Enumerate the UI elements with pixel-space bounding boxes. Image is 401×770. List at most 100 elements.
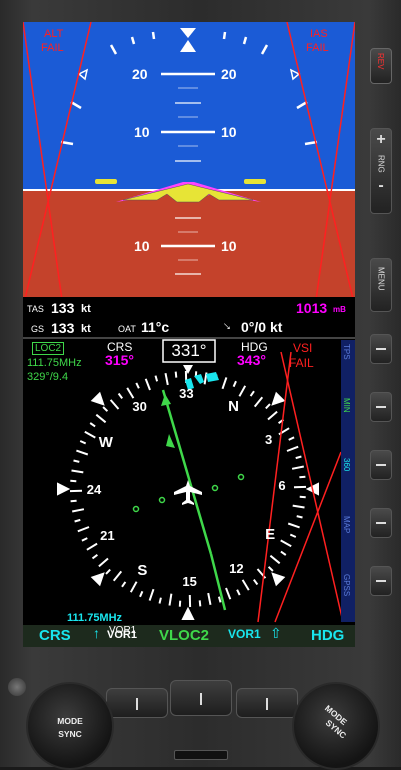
side-tab-360[interactable]: 360: [342, 458, 351, 471]
tas-value: 133: [51, 300, 74, 316]
left-knob-sync-label: SYNC: [28, 729, 112, 739]
rev-label: REV: [376, 53, 385, 69]
bottom-softkey-left[interactable]: [106, 688, 168, 718]
compass-label: N: [219, 398, 249, 415]
compass-tick: [266, 404, 270, 408]
heading-value: 331°: [165, 341, 213, 361]
left-mode-sync-knob[interactable]: MODE SYNC: [26, 682, 114, 770]
compass-tick: [288, 524, 299, 528]
side-softkey-min[interactable]: [370, 392, 392, 422]
bottom-softkey-right[interactable]: [236, 688, 298, 718]
compass-tick: [296, 457, 302, 459]
menu-button[interactable]: MENU: [370, 258, 392, 312]
compass-tick: [136, 383, 139, 388]
side-softkey-map[interactable]: [370, 508, 392, 538]
left-knob-mode-label: MODE: [28, 716, 112, 726]
vsi-fail-line2: FAIL: [289, 356, 314, 370]
compass-tick: [297, 516, 303, 517]
side-tab-min[interactable]: MIN: [342, 398, 351, 413]
compass-tick: [72, 509, 84, 511]
left-level-bar: [95, 179, 117, 184]
compass-tick: [170, 594, 172, 606]
rev-button[interactable]: REV: [370, 48, 392, 84]
compass-label: 30: [125, 399, 155, 414]
alt-fail-line1: ALT: [44, 28, 63, 40]
efis-display: ALT FAIL IAS FAIL 20 20 10 10 10 10 TAS …: [23, 22, 355, 647]
pitch-label-10-right: 10: [221, 124, 237, 140]
softkey-hdg[interactable]: HDG: [311, 627, 344, 644]
compass-tick: [292, 467, 304, 469]
ias-fail-line2: FAIL: [306, 42, 329, 54]
compass-tick: [90, 423, 95, 426]
compass-tick: [96, 415, 105, 423]
vsi-fail-line1: VSI: [293, 341, 312, 355]
compass-tick: [74, 461, 80, 462]
softkey-vloc2[interactable]: VLOC2: [159, 627, 209, 644]
compass-tick: [71, 501, 77, 502]
gs-value: 133: [51, 320, 74, 336]
softkey-vor1-arrow-icon: ↑: [93, 625, 100, 641]
right-level-bar: [244, 179, 266, 184]
side-tab-map[interactable]: MAP: [342, 516, 351, 533]
compass-label: 3: [254, 432, 284, 447]
hdg-value: 343°: [237, 352, 266, 368]
compass-tick: [131, 582, 137, 593]
compass-label: 24: [79, 482, 109, 497]
compass-label: 12: [221, 561, 251, 576]
side-softkey-360[interactable]: [370, 450, 392, 480]
compass-label: W: [91, 434, 121, 451]
compass-tick: [99, 559, 108, 567]
compass-label: 21: [92, 528, 122, 543]
compass-tick: [289, 437, 294, 440]
range-label: RNG: [377, 155, 386, 173]
tas-unit: kt: [81, 303, 91, 315]
compass-45-marker: [183, 609, 193, 619]
crs-value: 315°: [105, 352, 134, 368]
gs-label: GS: [31, 324, 44, 334]
compass-tick: [87, 544, 97, 550]
compass-tick: [208, 593, 210, 605]
side-tab-tps[interactable]: TPS: [342, 344, 351, 360]
softkey-crs[interactable]: CRS: [39, 627, 71, 644]
compass-45-marker: [273, 574, 284, 585]
compass-tick: [200, 600, 201, 606]
pitch-label-10-left: 10: [134, 124, 150, 140]
range-plus-label: +: [371, 131, 391, 149]
side-softkey-gpss[interactable]: [370, 566, 392, 596]
light-sensor: [8, 678, 26, 696]
gs-unit: kt: [81, 323, 91, 335]
side-tab-gpss[interactable]: GPSS: [342, 574, 351, 596]
compass-tick: [106, 570, 110, 574]
pitch-label-neg10-right: 10: [221, 238, 237, 254]
right-mode-sync-knob[interactable]: MODE SYNC: [292, 682, 380, 770]
compass-tick: [243, 580, 249, 590]
softkey-vor1-right[interactable]: VOR1: [228, 627, 261, 641]
compass-tick: [166, 373, 168, 385]
compass-tick: [127, 388, 133, 398]
nav-frequency: 111.75MHz: [27, 357, 82, 369]
compass-tick: [146, 379, 150, 390]
compass-tick: [76, 451, 87, 455]
compass-tick: [160, 598, 161, 604]
menu-label: MENU: [377, 267, 386, 291]
baro-value: 1013: [296, 300, 327, 316]
compass-tick: [234, 381, 236, 387]
bottom-softkey-center[interactable]: [170, 680, 232, 716]
softkey-vor1-left[interactable]: VOR1: [107, 629, 137, 641]
compass-tick: [239, 386, 245, 397]
compass-tick: [80, 441, 86, 443]
side-softkey-tps[interactable]: [370, 334, 392, 364]
compass-tick: [255, 397, 263, 406]
compass-tick: [72, 471, 84, 473]
oat-label: OAT: [118, 324, 136, 334]
range-rocker[interactable]: + RNG -: [370, 128, 392, 214]
tas-label: TAS: [27, 304, 44, 314]
compass-45-marker: [93, 394, 104, 405]
compass-tick: [78, 527, 89, 531]
compass-tick: [122, 582, 125, 587]
range-minus-label: -: [371, 177, 391, 195]
compass-tick: [254, 580, 258, 585]
compass-45-marker: [273, 394, 284, 405]
compass-label: 6: [267, 478, 297, 493]
compass-tick: [299, 477, 305, 478]
